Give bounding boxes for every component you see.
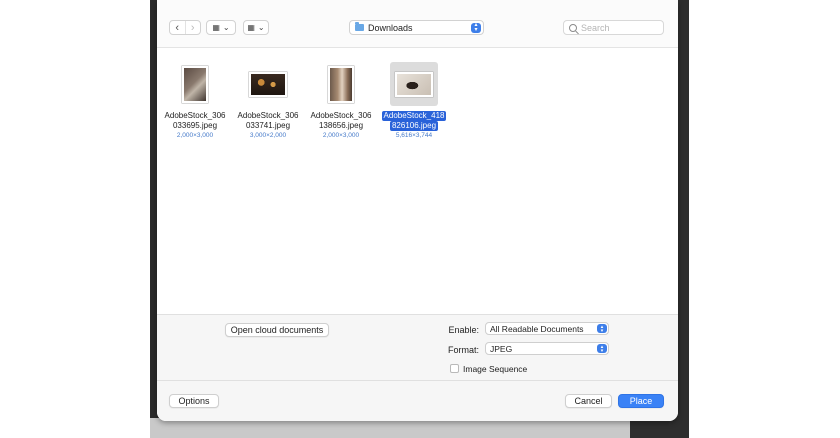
up-down-chevron-icon: ▴ ▾ [597, 344, 607, 353]
background-panel-bottom [150, 418, 630, 438]
image-sequence-label: Image Sequence [463, 364, 528, 374]
back-button[interactable]: ‹ [170, 21, 185, 34]
cancel-button[interactable]: Cancel [565, 394, 612, 408]
image-thumbnail [328, 65, 354, 103]
options-button[interactable]: Options [169, 394, 219, 408]
options-panel: Open cloud documents Enable: All Readabl… [157, 314, 678, 381]
chevron-down-icon: ⌄ [222, 23, 230, 32]
location-popup[interactable]: Downloads ▴ ▾ [349, 20, 484, 35]
chevron-right-icon: › [190, 21, 195, 34]
format-select[interactable]: JPEG ▴ ▾ [485, 342, 609, 355]
file-item[interactable]: AdobeStock_306 033695.jpeg 2,000×3,000 [157, 62, 233, 139]
file-item[interactable]: AdobeStock_306 033741.jpeg 3,000×2,000 [230, 62, 306, 139]
location-label: Downloads [368, 22, 413, 33]
enable-select[interactable]: All Readable Documents ▴ ▾ [485, 322, 609, 335]
file-name: AdobeStock_418 826106.jpeg [381, 111, 447, 131]
enable-select-value: All Readable Documents [490, 323, 584, 334]
search-input[interactable] [581, 22, 661, 33]
image-sequence-checkbox[interactable] [450, 364, 459, 373]
toolbar: ‹ › ▦ ⌄ ▦ ⌄ Downloads ▴ ▾ [157, 0, 678, 48]
place-button[interactable]: Place [618, 394, 664, 408]
thumbnail-frame [244, 62, 292, 106]
group-view-button[interactable]: ▦ ⌄ [243, 20, 269, 35]
dialog-footer: Options Cancel Place [157, 381, 678, 421]
folder-icon [355, 22, 364, 31]
open-cloud-documents-button[interactable]: Open cloud documents [225, 323, 329, 337]
file-item-selected[interactable]: AdobeStock_418 826106.jpeg 5,616×3,744 [376, 62, 452, 139]
search-icon [569, 23, 577, 32]
thumbnail-frame [390, 62, 438, 106]
image-thumbnail [395, 71, 433, 97]
format-label: Format: [447, 345, 479, 355]
grid-view-icon: ▦ [212, 23, 220, 32]
chevron-down-icon: ⌄ [257, 23, 265, 32]
image-thumbnail [249, 71, 287, 97]
chevron-left-icon: ‹ [175, 21, 180, 34]
forward-button[interactable]: › [184, 21, 201, 34]
file-item[interactable]: AdobeStock_306 138656.jpeg 2,000×3,000 [303, 62, 379, 139]
file-name: AdobeStock_306 033695.jpeg [164, 111, 226, 130]
image-thumbnail [182, 65, 208, 103]
up-down-chevron-icon: ▴ ▾ [597, 324, 607, 333]
file-dimensions: 2,000×3,000 [176, 132, 214, 139]
search-field[interactable] [563, 20, 664, 35]
format-select-value: JPEG [490, 343, 513, 354]
file-browser: AdobeStock_306 033695.jpeg 2,000×3,000 Ad… [157, 48, 678, 314]
file-dimensions: 2,000×3,000 [322, 132, 360, 139]
history-nav: ‹ › [169, 20, 201, 35]
icon-view-button[interactable]: ▦ ⌄ [206, 20, 236, 35]
place-dialog: ‹ › ▦ ⌄ ▦ ⌄ Downloads ▴▾ AdobeStock_3060… [157, 0, 678, 421]
thumbnail-frame [317, 62, 365, 106]
file-name: AdobeStock_306 138656.jpeg [310, 111, 372, 130]
up-down-chevron-icon: ▴ ▾ [471, 22, 481, 33]
group-grid-icon: ▦ [247, 23, 255, 32]
enable-label: Enable: [448, 325, 479, 335]
file-dimensions: 5,616×3,744 [395, 132, 433, 139]
file-dimensions: 3,000×2,000 [249, 132, 287, 139]
thumbnail-frame [171, 62, 219, 106]
file-name: AdobeStock_306 033741.jpeg [237, 111, 299, 130]
